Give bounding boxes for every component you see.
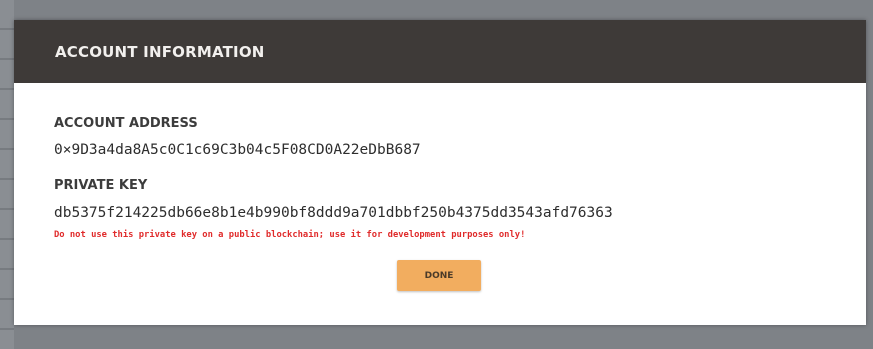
background-app-edge (0, 0, 14, 349)
private-key-value[interactable]: db5375f214225db66e8b1e4b990bf8ddd9a701db… (54, 205, 613, 221)
private-key-warning: Do not use this private key on a public … (54, 230, 526, 240)
dialog-header: ACCOUNT INFORMATION (14, 20, 866, 83)
private-key-label: PRIVATE KEY (54, 178, 148, 193)
account-address-value[interactable]: 0×9D3a4da8A5c0C1c69C3b04c5F08CD0A22eDbB6… (54, 142, 421, 158)
done-button[interactable]: DONE (397, 260, 481, 291)
account-address-label: ACCOUNT ADDRESS (54, 116, 198, 131)
account-information-dialog: ACCOUNT INFORMATION ACCOUNT ADDRESS 0×9D… (14, 20, 866, 325)
dialog-title: ACCOUNT INFORMATION (55, 42, 265, 61)
